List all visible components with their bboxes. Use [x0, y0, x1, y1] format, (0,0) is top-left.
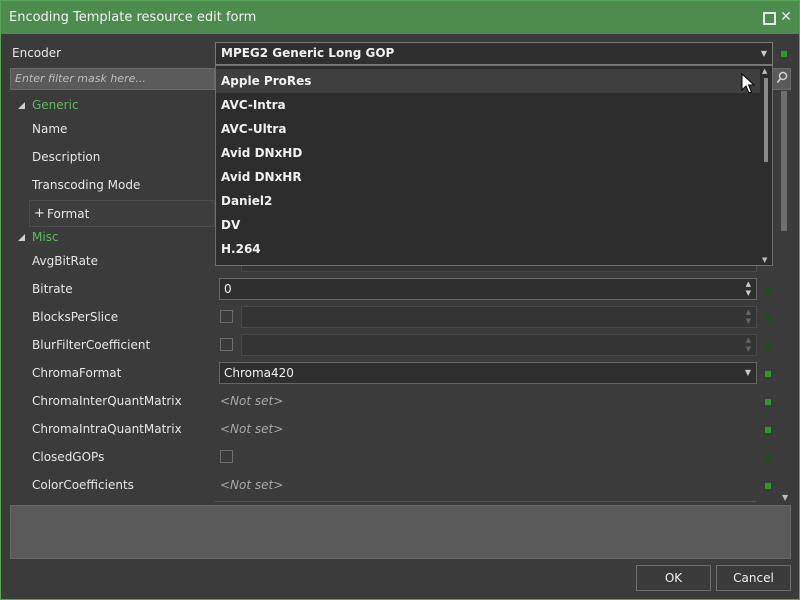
search-icon	[776, 71, 788, 84]
bitrate-value: 0	[224, 282, 232, 296]
status-indicator	[765, 399, 771, 405]
chevron-down-icon[interactable]: ▼	[761, 43, 767, 64]
description-panel	[10, 505, 791, 559]
maximize-icon[interactable]	[761, 10, 776, 25]
encoder-label: Encoder	[12, 46, 62, 60]
chevron-down-icon[interactable]: ▼	[745, 363, 751, 383]
scroll-down-icon[interactable]: ▼	[762, 256, 767, 264]
edit-form-window: Encoding Template resource edit form ✕ E…	[0, 0, 800, 600]
dropdown-item[interactable]: Avid DNxHD	[216, 141, 760, 165]
dropdown-scrollbar[interactable]: ▲ ▼	[760, 66, 772, 265]
property-grid-scrollbar[interactable]	[781, 91, 787, 231]
bitrate-field[interactable]: 0 ▲ ▼	[219, 278, 757, 300]
plus-icon[interactable]: +	[34, 207, 45, 220]
dropdown-item[interactable]: DV	[216, 213, 760, 237]
row-colorcoeff-label: ColorCoefficients	[32, 478, 134, 492]
spinner-arrows-icon[interactable]: ▲ ▼	[746, 336, 751, 354]
status-indicator	[765, 483, 771, 489]
chromaformat-value: Chroma420	[224, 366, 294, 380]
format-subgroup[interactable]: + Format	[29, 200, 215, 227]
collapse-triangle-icon[interactable]	[18, 102, 25, 109]
ok-button[interactable]: OK	[636, 565, 711, 591]
dropdown-item[interactable]: Apple ProRes	[216, 69, 760, 93]
row-name-label: Name	[32, 122, 68, 136]
blocksperslice-field[interactable]: ▲ ▼	[241, 306, 757, 328]
dropdown-item[interactable]: H.264	[216, 237, 760, 261]
dropdown-item[interactable]: Avid DNxHR	[216, 165, 760, 189]
filter-input[interactable]: Enter filter mask here...	[10, 68, 215, 90]
chromainter-value[interactable]: <Not set>	[220, 394, 283, 408]
row-blurfilter-label: BlurFilterCoefficient	[32, 338, 151, 352]
dropdown-item[interactable]: AVC-Ultra	[216, 117, 760, 141]
blocksperslice-checkbox[interactable]	[220, 310, 233, 323]
colorcoeff-value[interactable]: <Not set>	[220, 478, 283, 492]
filter-placeholder: Enter filter mask here...	[15, 72, 146, 85]
chromaintra-value[interactable]: <Not set>	[220, 422, 283, 436]
scrollbar-thumb[interactable]	[764, 78, 768, 162]
row-chromaintra-label: ChromaIntraQuantMatrix	[32, 422, 182, 436]
group-misc-label: Misc	[32, 230, 59, 244]
row-chromainter-label: ChromaInterQuantMatrix	[32, 394, 182, 408]
status-indicator	[765, 343, 771, 349]
status-indicator	[765, 455, 771, 461]
divider	[215, 501, 756, 502]
status-indicator	[781, 51, 787, 57]
scroll-down-icon[interactable]: ▼	[782, 493, 788, 502]
status-indicator	[765, 287, 771, 293]
dropdown-item[interactable]: AVC-Intra	[216, 93, 760, 117]
spinner-arrows-icon[interactable]: ▲ ▼	[746, 280, 751, 298]
closedgops-checkbox[interactable]	[220, 450, 233, 463]
status-indicator	[765, 371, 771, 377]
format-label: Format	[47, 207, 90, 221]
encoder-dropdown-list[interactable]: Apple ProRes AVC-Intra AVC-Ultra Avid DN…	[215, 65, 773, 266]
close-icon[interactable]: ✕	[779, 10, 793, 24]
row-description-label: Description	[32, 150, 101, 164]
chromaformat-select[interactable]: Chroma420 ▼	[219, 362, 757, 384]
row-avgbitrate-label: AvgBitRate	[32, 254, 99, 268]
cancel-button[interactable]: Cancel	[716, 565, 791, 591]
group-generic-label: Generic	[32, 98, 79, 112]
blurfilter-field[interactable]: ▲ ▼	[241, 334, 757, 356]
dropdown-item[interactable]: Daniel2	[216, 189, 760, 213]
title-bar: Encoding Template resource edit form ✕	[1, 1, 799, 34]
row-bitrate-label: Bitrate	[32, 282, 73, 296]
encoder-value: MPEG2 Generic Long GOP	[221, 46, 395, 60]
spinner-arrows-icon[interactable]: ▲ ▼	[746, 308, 751, 326]
window-title: Encoding Template resource edit form	[9, 10, 257, 25]
status-indicator	[765, 427, 771, 433]
status-indicator	[765, 315, 771, 321]
row-chromaformat-label: ChromaFormat	[32, 366, 122, 380]
search-button[interactable]	[771, 68, 791, 90]
row-closedgops-label: ClosedGOPs	[32, 450, 105, 464]
scroll-up-icon[interactable]: ▲	[762, 67, 767, 75]
collapse-triangle-icon[interactable]	[18, 234, 25, 241]
blurfilter-checkbox[interactable]	[220, 338, 233, 351]
row-transcoding-mode-label: Transcoding Mode	[32, 178, 141, 192]
mouse-cursor-icon	[741, 73, 755, 94]
row-blocksperslice-label: BlocksPerSlice	[32, 310, 119, 324]
encoder-select[interactable]: MPEG2 Generic Long GOP ▼	[215, 42, 773, 65]
